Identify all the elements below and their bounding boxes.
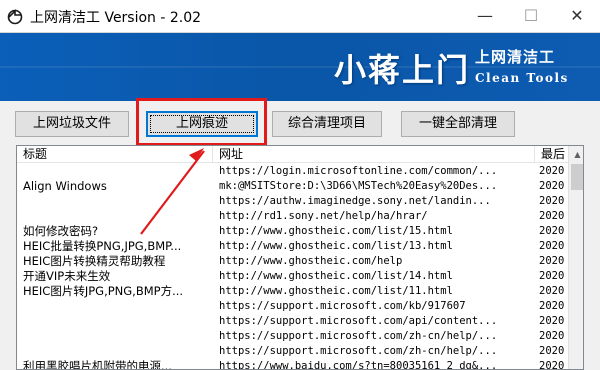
history-list[interactable]: 标题 网址 最后 https://login.microsoftonline.c… xyxy=(16,145,584,370)
row-url: http://www.ghostheic.com/help xyxy=(219,255,403,267)
junk-files-button[interactable]: 上网垃圾文件 xyxy=(15,111,129,137)
row-title: HEIC批量转换PNG,JPG,BMP... xyxy=(23,239,182,253)
list-row[interactable]: HEIC图片转JPG,PNG,BMP方... http://www.ghosthe… xyxy=(17,284,568,299)
product-name-cn: 上网清洁工 xyxy=(475,48,556,66)
row-date: 2020 xyxy=(539,165,565,177)
row-date: 2020 xyxy=(539,285,565,297)
close-button[interactable]: ✕ xyxy=(554,0,600,32)
row-url: https://support.microsoft.com/kb/917607 xyxy=(219,300,466,312)
comprehensive-clean-button[interactable]: 综合清理项目 xyxy=(272,111,382,137)
clean-all-button[interactable]: 一键全部清理 xyxy=(401,111,515,137)
row-url: http://www.ghostheic.com/list/14.html xyxy=(219,270,453,282)
row-title: 开通VIP未来生效 xyxy=(23,269,111,283)
list-header: 标题 网址 最后 xyxy=(17,146,568,163)
row-title xyxy=(23,329,211,344)
list-rows: https://login.microsoftonline.com/common… xyxy=(17,164,568,370)
row-url: https://support.microsoft.com/zh-cn/help… xyxy=(219,345,498,357)
list-row[interactable]: 利用黑胶唱片机附带的电源... https://www.baidu.com/s?t… xyxy=(17,359,568,370)
row-url: https://www.baidu.com/s?tn=80035161_2_dg… xyxy=(219,360,498,370)
list-row[interactable]: https://support.microsoft.com/api/conten… xyxy=(17,314,568,329)
row-date: 2020 xyxy=(539,195,565,207)
minimize-button[interactable]: — xyxy=(462,0,508,32)
row-date: 2020 xyxy=(539,345,565,357)
vertical-scrollbar[interactable]: ▲ xyxy=(568,146,583,369)
row-title xyxy=(23,299,211,314)
row-url: https://login.microsoftonline.com/common… xyxy=(219,165,498,177)
row-date: 2020 xyxy=(539,300,565,312)
row-url: https://authw.imaginedge.sony.net/landin… xyxy=(219,195,491,207)
row-url: https://support.microsoft.com/zh-cn/help… xyxy=(219,330,498,342)
scroll-up-icon[interactable]: ▲ xyxy=(569,146,583,163)
row-title xyxy=(23,164,211,179)
list-row[interactable]: https://authw.imaginedge.sony.net/landin… xyxy=(17,194,568,209)
app-icon xyxy=(7,9,23,25)
row-title xyxy=(23,314,211,329)
row-date: 2020 xyxy=(539,360,565,370)
list-row[interactable]: https://support.microsoft.com/zh-cn/help… xyxy=(17,344,568,359)
list-row[interactable]: http://rd1.sony.net/help/ha/hrar/2020 xyxy=(17,209,568,224)
list-row[interactable]: HEIC图片转换精灵帮助教程 http://www.ghostheic.com/h… xyxy=(17,254,568,269)
list-row[interactable]: 如何修改密码? http://www.ghostheic.com/list/15.… xyxy=(17,224,568,239)
scroll-thumb[interactable] xyxy=(571,164,583,190)
row-url: http://rd1.sony.net/help/ha/hrar/ xyxy=(219,210,428,222)
highlight-box xyxy=(136,98,267,146)
row-title xyxy=(23,209,211,224)
row-date: 2020 xyxy=(539,210,565,222)
brand-name: 小蒋上门 xyxy=(334,51,471,89)
row-title: 如何修改密码? xyxy=(23,224,99,238)
title-bar: 上网清洁工 Version - 2.02 — ☐ ✕ xyxy=(0,0,600,33)
row-date: 2020 xyxy=(539,330,565,342)
row-url: mk:@MSITStore:D:\3D66\MSTech%20Easy%20De… xyxy=(219,180,498,192)
row-url: https://support.microsoft.com/api/conten… xyxy=(219,315,498,327)
row-title: 利用黑胶唱片机附带的电源... xyxy=(23,359,172,370)
row-title: HEIC图片转JPG,PNG,BMP方... xyxy=(23,284,184,298)
product-name-en: Clean Tools xyxy=(475,71,569,85)
row-title: HEIC图片转换精灵帮助教程 xyxy=(23,254,166,268)
header-banner: 小蒋上门 上网清洁工 Clean Tools xyxy=(0,33,600,101)
maximize-button[interactable]: ☐ xyxy=(508,0,554,32)
row-url: http://www.ghostheic.com/list/11.html xyxy=(219,285,453,297)
row-title xyxy=(23,194,211,209)
row-date: 2020 xyxy=(539,315,565,327)
list-row[interactable]: https://login.microsoftonline.com/common… xyxy=(17,164,568,179)
column-header-url[interactable]: 网址 xyxy=(213,146,535,163)
row-date: 2020 xyxy=(539,240,565,252)
window-title: 上网清洁工 Version - 2.02 xyxy=(30,10,202,26)
row-date: 2020 xyxy=(539,255,565,267)
row-url: http://www.ghostheic.com/list/15.html xyxy=(219,225,453,237)
row-url: http://www.ghostheic.com/list/13.html xyxy=(219,240,453,252)
row-title xyxy=(23,344,211,359)
list-row[interactable]: https://support.microsoft.com/zh-cn/help… xyxy=(17,329,568,344)
list-row[interactable]: HEIC批量转换PNG,JPG,BMP... http://www.ghosthe… xyxy=(17,239,568,254)
row-date: 2020 xyxy=(539,270,565,282)
row-date: 2020 xyxy=(539,225,565,237)
list-row[interactable]: Align Windows mk:@MSITStore:D:\3D66\MSTec… xyxy=(17,179,568,194)
list-row[interactable]: https://support.microsoft.com/kb/917607 2… xyxy=(17,299,568,314)
row-date: 2020 xyxy=(539,180,565,192)
column-header-title[interactable]: 标题 xyxy=(17,146,213,163)
row-title: Align Windows xyxy=(23,179,107,193)
list-row[interactable]: 开通VIP未来生效 http://www.ghostheic.com/list/1… xyxy=(17,269,568,284)
